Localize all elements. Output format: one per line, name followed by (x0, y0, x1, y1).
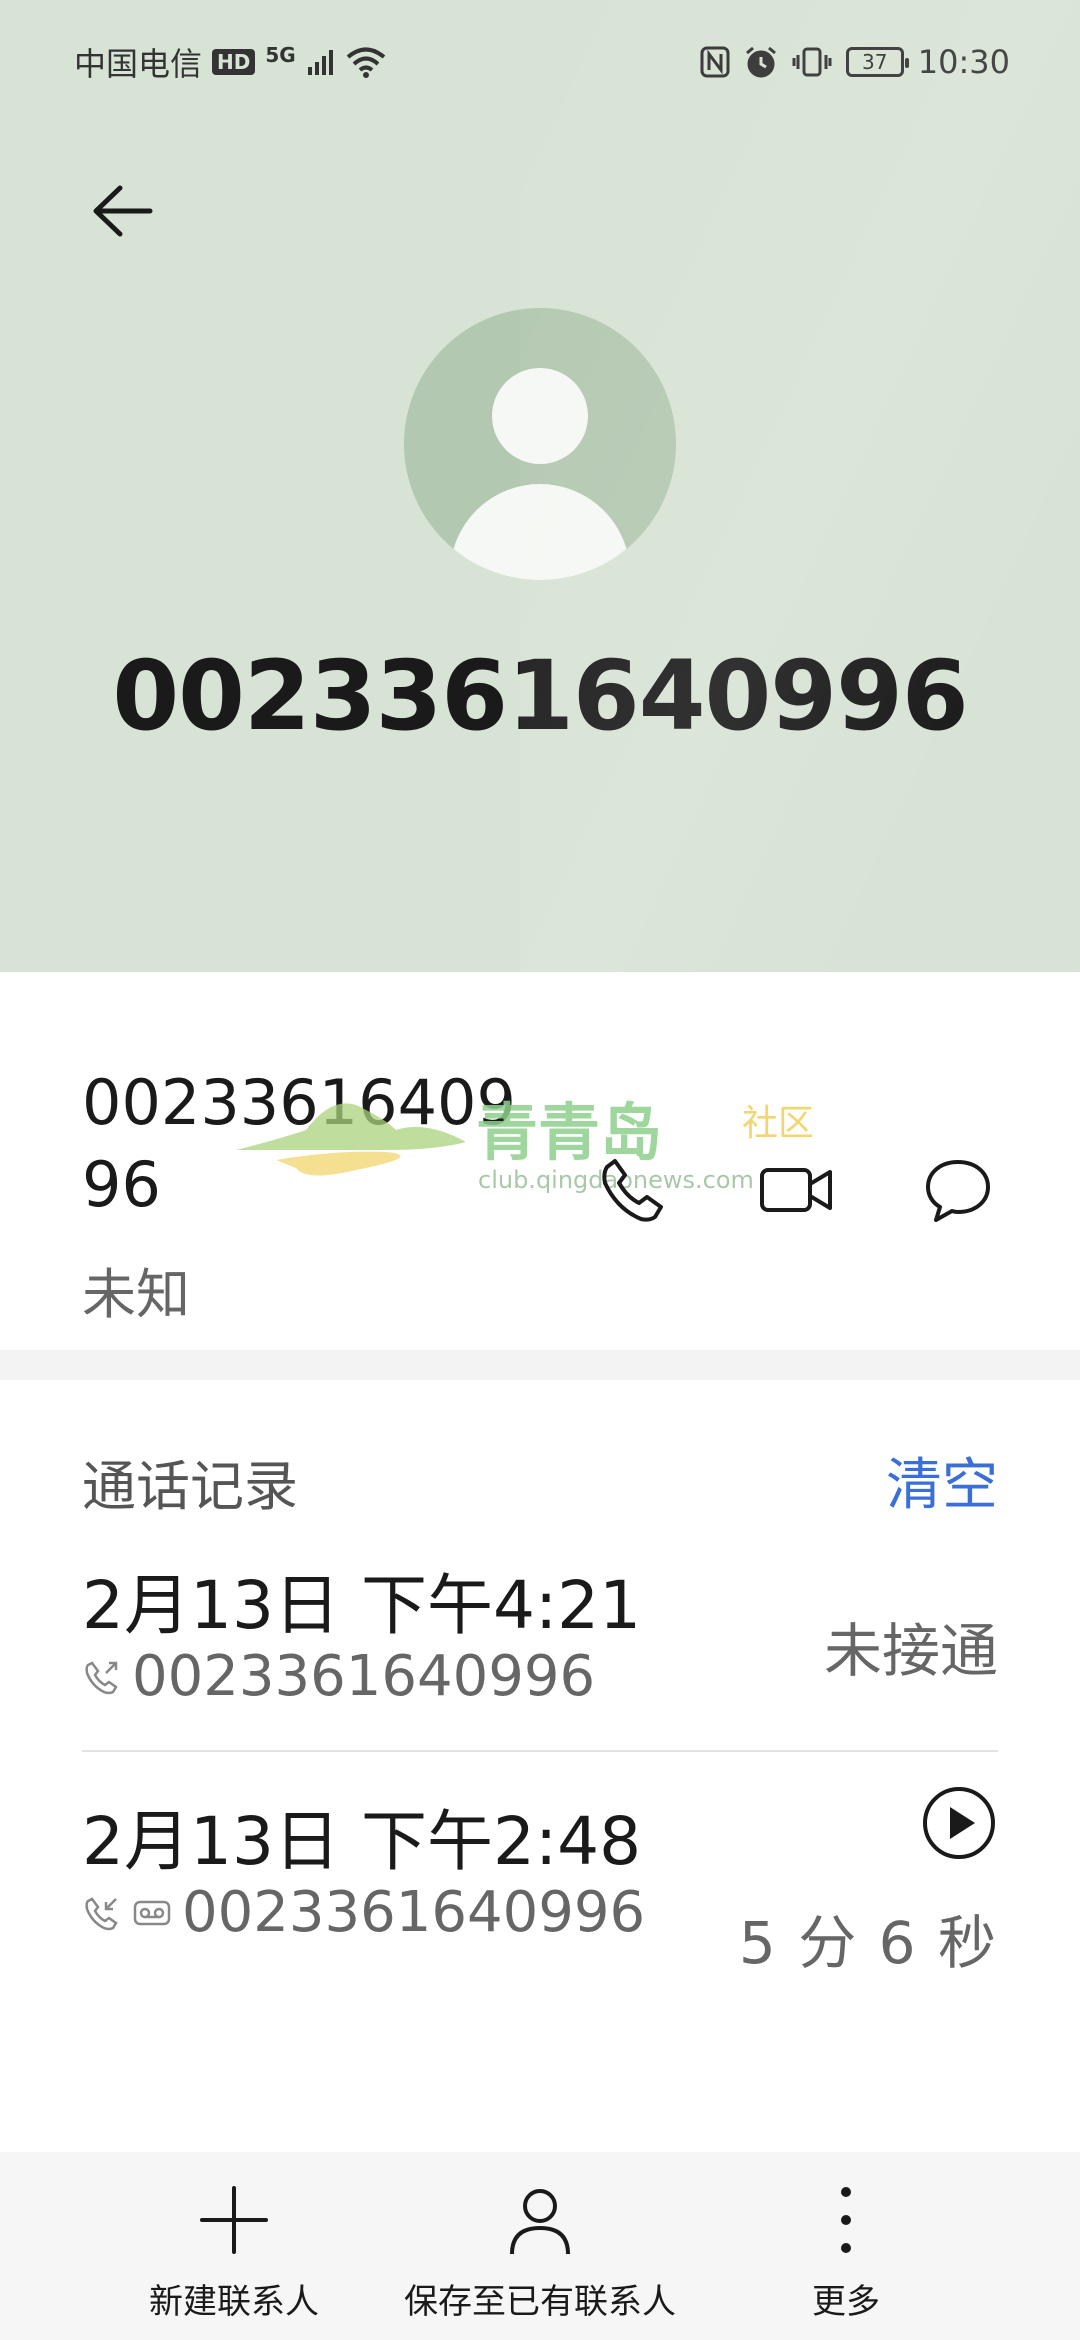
call-log-number: 0023361640996 (182, 1880, 646, 1945)
signal-icon (307, 50, 333, 75)
vibrate-icon (792, 47, 832, 77)
call-recording-icon (132, 1893, 172, 1933)
carrier-name: 中国电信 (74, 45, 203, 83)
call-log-entry[interactable]: 2月13日 下午4:21 0023361640996 未接通 (82, 1552, 998, 1772)
video-call-button[interactable] (756, 1150, 836, 1230)
network-type: 5G (265, 43, 296, 67)
call-log-number: 0023361640996 (132, 1644, 596, 1709)
header-phone-number: 0023361640996 (112, 640, 968, 752)
save-to-existing-contact-button[interactable]: 保存至已有联系人 (390, 2180, 690, 2323)
nfc-icon (700, 46, 730, 78)
hd-badge: HD (212, 49, 256, 75)
outgoing-call-icon (82, 1657, 122, 1697)
save-to-existing-label: 保存至已有联系人 (404, 2282, 676, 2322)
call-log-time: 2月13日 下午2:48 (82, 1803, 642, 1880)
bottom-action-bar: 新建联系人 保存至已有联系人 更多 (0, 2152, 1080, 2340)
more-label: 更多 (812, 2282, 880, 2322)
incoming-call-icon (82, 1893, 122, 1933)
watermark-brand-suffix: 社区 (742, 1103, 815, 1144)
call-log-time: 2月13日 下午4:21 (82, 1567, 642, 1644)
call-duration: 5 分 6 秒 (738, 1909, 998, 1977)
contact-number-type: 未知 (82, 1263, 190, 1326)
plus-icon (194, 2180, 274, 2260)
clear-call-log-button[interactable]: 清空 (886, 1440, 998, 1521)
new-contact-label: 新建联系人 (149, 2282, 319, 2322)
play-icon (923, 1787, 995, 1859)
new-contact-button[interactable]: 新建联系人 (84, 2180, 384, 2323)
more-vertical-icon (806, 2180, 886, 2260)
call-button[interactable] (592, 1150, 672, 1230)
status-bar: 中国电信 HD 5G 37 10:30 (0, 0, 1080, 120)
contact-header: 中国电信 HD 5G 37 10:30 0023361640996 (0, 0, 1080, 972)
call-log-subline: 0023361640996 (82, 1880, 645, 1945)
contact-phone-number[interactable]: 0023361640996 (82, 1062, 542, 1226)
battery-level: 37 (862, 50, 888, 74)
call-log-subline: 0023361640996 (82, 1644, 595, 1709)
call-log-entry[interactable]: 2月13日 下午2:48 0023361640996 5 分 6 秒 (82, 1787, 998, 2008)
status-right: 37 10:30 (700, 40, 1010, 84)
more-button[interactable]: 更多 (696, 2180, 996, 2323)
status-left: 中国电信 HD 5G (74, 40, 386, 84)
wifi-icon (346, 47, 385, 78)
phone-icon (602, 1159, 663, 1222)
list-divider (82, 1750, 998, 1752)
alarm-icon (745, 46, 776, 78)
call-status: 未接通 (823, 1617, 998, 1685)
battery-icon: 37 (845, 47, 909, 77)
chat-bubble-icon (926, 1160, 990, 1222)
message-button[interactable] (918, 1150, 998, 1230)
call-log-title: 通话记录 (82, 1455, 298, 1518)
avatar-head (492, 368, 588, 464)
avatar-body (450, 484, 630, 580)
person-icon (500, 2180, 580, 2260)
back-arrow-icon (93, 185, 153, 237)
contact-avatar (404, 308, 676, 580)
back-button[interactable] (82, 170, 164, 252)
contact-detail-row: 0023361640996 未知 青青岛 社区 club.qingdaonews… (0, 972, 1080, 1350)
section-divider (0, 1350, 1080, 1380)
video-camera-icon (760, 1168, 832, 1212)
clock: 10:30 (917, 43, 1010, 81)
play-recording-button[interactable] (920, 1784, 998, 1862)
